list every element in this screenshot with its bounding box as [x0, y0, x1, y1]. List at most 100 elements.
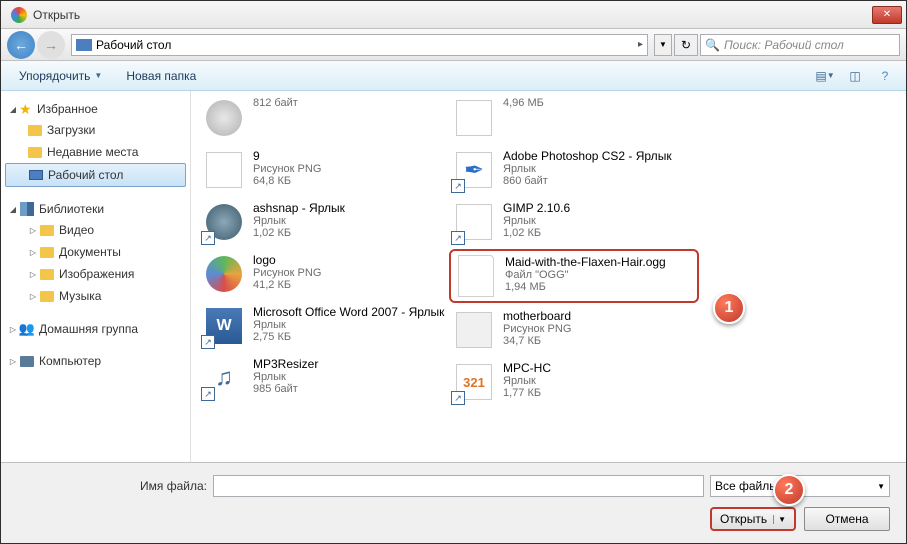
file-item[interactable]: ♫↗ MP3Resizer Ярлык 985 байт [199, 353, 449, 403]
file-size: 2,75 КБ [253, 331, 445, 343]
file-size: 1,02 КБ [253, 227, 445, 239]
file-size: 985 байт [253, 383, 445, 395]
folder-icon [39, 222, 55, 238]
search-icon: 🔍 [705, 38, 720, 52]
file-size: 1,02 КБ [503, 227, 695, 239]
filename-input[interactable] [213, 475, 704, 497]
shortcut-arrow-icon: ↗ [201, 231, 215, 245]
file-list[interactable]: 812 байт 9 Рисунок PNG 64,8 КБ ↗ ashsnap… [191, 91, 906, 462]
file-item[interactable]: ↗ GIMP 2.10.6 Ярлык 1,02 КБ [449, 197, 699, 247]
refresh-button[interactable]: ↻ [674, 34, 698, 56]
file-name: Adobe Photoshop CS2 - Ярлык [503, 149, 695, 163]
window-title: Открыть [33, 8, 872, 22]
file-type: Файл "OGG" [505, 269, 693, 281]
libraries-icon [19, 201, 35, 217]
file-type: Ярлык [503, 163, 695, 175]
sidebar-item-desktop[interactable]: Рабочий стол [5, 163, 186, 187]
file-item[interactable]: ↗ ashsnap - Ярлык Ярлык 1,02 КБ [199, 197, 449, 247]
file-type: Ярлык [253, 371, 445, 383]
shortcut-arrow-icon: ↗ [451, 231, 465, 245]
sidebar-item-music[interactable]: ▷ Музыка [1, 285, 190, 307]
filename-label: Имя файла: [17, 479, 207, 493]
shortcut-arrow-icon: ↗ [451, 179, 465, 193]
search-placeholder: Поиск: Рабочий стол [724, 38, 895, 52]
breadcrumb-arrow-icon: ▸ [638, 39, 643, 50]
sidebar-item-downloads[interactable]: Загрузки [1, 119, 190, 141]
file-item[interactable]: 9 Рисунок PNG 64,8 КБ [199, 145, 449, 195]
file-item[interactable]: logo Рисунок PNG 41,2 КБ [199, 249, 449, 299]
favorites-header[interactable]: ◢ ★ Избранное [1, 99, 190, 119]
star-icon: ★ [19, 101, 35, 117]
file-item[interactable]: 812 байт [199, 93, 449, 143]
computer-icon [19, 353, 35, 369]
folder-icon [39, 266, 55, 282]
chrome-icon [11, 7, 27, 23]
file-size: 34,7 КБ [503, 335, 695, 347]
file-item[interactable]: 321↗ MPC-HC Ярлык 1,77 КБ [449, 357, 699, 407]
folder-icon [27, 122, 43, 138]
desktop-icon [76, 39, 92, 51]
expand-arrow-icon: ▷ [27, 292, 39, 301]
sidebar-item-documents[interactable]: ▷ Документы [1, 241, 190, 263]
shortcut-arrow-icon: ↗ [451, 391, 465, 405]
expand-arrow-icon: ◢ [7, 105, 19, 114]
file-item[interactable]: ✒↗ Adobe Photoshop CS2 - Ярлык Ярлык 860… [449, 145, 699, 195]
folder-icon [39, 244, 55, 260]
sidebar-item-video[interactable]: ▷ Видео [1, 219, 190, 241]
computer-header[interactable]: ▷ Компьютер [1, 351, 190, 371]
file-item[interactable]: 4,96 МБ [449, 93, 699, 143]
address-field[interactable]: Рабочий стол ▸ [71, 34, 648, 56]
address-text: Рабочий стол [96, 38, 634, 52]
expand-arrow-icon: ▷ [7, 357, 19, 366]
homegroup-group: ▷ 👥 Домашняя группа [1, 319, 190, 339]
bottom-panel: Имя файла: Все файлы ▼ Открыть ▼ Отмена [1, 462, 906, 543]
close-button[interactable]: ✕ [872, 6, 902, 24]
blank-file-icon [458, 255, 494, 297]
help-button[interactable]: ? [872, 65, 898, 87]
desktop-icon [28, 167, 44, 183]
file-size: 4,96 МБ [503, 97, 695, 109]
file-name: 9 [253, 149, 445, 163]
preview-pane-button[interactable]: ◫ [842, 65, 868, 87]
file-size: 41,2 КБ [253, 279, 445, 291]
sidebar-item-pictures[interactable]: ▷ Изображения [1, 263, 190, 285]
favorites-group: ◢ ★ Избранное Загрузки Недавние места Ра… [1, 99, 190, 187]
content-area: ◢ ★ Избранное Загрузки Недавние места Ра… [1, 91, 906, 462]
address-dropdown-button[interactable]: ▼ [654, 34, 672, 56]
toolbar: Упорядочить ▼ Новая папка ▤ ▼ ◫ ? [1, 61, 906, 91]
image-icon [456, 312, 492, 348]
titlebar: Открыть ✕ [1, 1, 906, 29]
homegroup-header[interactable]: ▷ 👥 Домашняя группа [1, 319, 190, 339]
file-size: 1,94 МБ [505, 281, 693, 293]
image-icon [206, 152, 242, 188]
gear-icon [206, 100, 242, 136]
file-type: Рисунок PNG [253, 163, 445, 175]
file-name: Microsoft Office Word 2007 - Ярлык [253, 305, 445, 319]
nav-forward-button[interactable]: → [37, 31, 65, 59]
file-type: Рисунок PNG [503, 323, 695, 335]
expand-arrow-icon: ▷ [27, 248, 39, 257]
organize-button[interactable]: Упорядочить ▼ [9, 65, 112, 87]
view-options-button[interactable]: ▤ ▼ [812, 65, 838, 87]
chevron-down-icon: ▼ [877, 482, 885, 491]
expand-arrow-icon: ▷ [7, 325, 19, 334]
file-name: MP3Resizer [253, 357, 445, 371]
file-name: GIMP 2.10.6 [503, 201, 695, 215]
nav-back-button[interactable]: ← [7, 31, 35, 59]
file-item-highlighted[interactable]: Maid-with-the-Flaxen-Hair.ogg Файл "OGG"… [449, 249, 699, 303]
cancel-button[interactable]: Отмена [804, 507, 890, 531]
new-folder-button[interactable]: Новая папка [116, 65, 206, 87]
file-name: ashsnap - Ярлык [253, 201, 445, 215]
chevron-down-icon: ▼ [773, 515, 786, 524]
image-icon [456, 100, 492, 136]
libraries-header[interactable]: ◢ Библиотеки [1, 199, 190, 219]
open-button[interactable]: Открыть ▼ [710, 507, 796, 531]
addressbar: ← → Рабочий стол ▸ ▼ ↻ 🔍 Поиск: Рабочий … [1, 29, 906, 61]
libraries-group: ◢ Библиотеки ▷ Видео ▷ Документы ▷ [1, 199, 190, 307]
search-field[interactable]: 🔍 Поиск: Рабочий стол [700, 34, 900, 56]
sidebar-item-recent[interactable]: Недавние места [1, 141, 190, 163]
file-item[interactable]: motherboard Рисунок PNG 34,7 КБ [449, 305, 699, 355]
file-item[interactable]: W↗ Microsoft Office Word 2007 - Ярлык Яр… [199, 301, 449, 351]
chevron-down-icon: ▼ [94, 71, 102, 80]
file-size: 860 байт [503, 175, 695, 187]
